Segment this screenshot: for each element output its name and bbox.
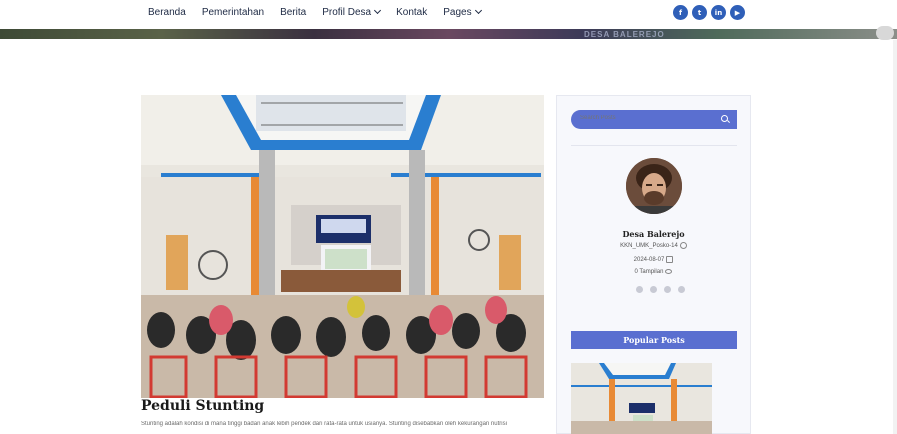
author-avatar[interactable] [626, 158, 682, 214]
author-portrait [626, 158, 682, 214]
post-views-text: 0 Tampilan [634, 269, 664, 276]
search-bar [571, 110, 737, 129]
nav-item-pages[interactable]: Pages [443, 6, 482, 18]
instagram-icon[interactable] [664, 286, 671, 293]
author-username-text: KKN_UMK_Posko-14 [620, 243, 678, 250]
user-icon [679, 242, 687, 249]
nav-item-beranda[interactable]: Beranda [148, 7, 186, 18]
nav-menu: Beranda Pemerintahan Berita Profil Desa … [148, 6, 497, 18]
top-navbar: Beranda Pemerintahan Berita Profil Desa … [0, 0, 897, 29]
post-views: 0 Tampilan [556, 269, 751, 275]
nav-item-label: Berita [280, 7, 307, 18]
banner-text: DESA BALEREJO [584, 30, 665, 39]
whatsapp-icon[interactable] [678, 286, 685, 293]
author-name[interactable]: Desa Balerejo [556, 229, 751, 239]
author-username: KKN_UMK_Posko-14 [556, 242, 751, 249]
post-excerpt: Stunting adalah kondisi di mana tinggi b… [141, 421, 507, 427]
popular-posts-header: Popular Posts [571, 331, 737, 349]
nav-item-label: Pemerintahan [201, 7, 265, 18]
facebook-icon[interactable]: f [673, 5, 688, 20]
popular-post-thumbnail[interactable] [571, 363, 712, 434]
twitter-icon[interactable] [650, 286, 657, 293]
page-scrollbar[interactable] [893, 40, 897, 434]
post-date-text: 2024-08-07 [633, 257, 665, 264]
social-links: f t in ▶ [673, 5, 745, 20]
post-featured-image[interactable] [141, 95, 544, 398]
search-icon[interactable] [721, 115, 728, 122]
search-input[interactable] [580, 115, 710, 121]
youtube-icon[interactable]: ▶ [730, 5, 745, 20]
author-share-icons [636, 286, 685, 293]
facebook-icon[interactable] [636, 286, 643, 293]
calendar-icon [666, 256, 674, 263]
post-date: 2024-08-07 [556, 256, 751, 263]
nav-item-pemerintahan[interactable]: Pemerintahan [202, 7, 264, 18]
chevron-down-icon [374, 6, 382, 15]
eye-icon [665, 269, 673, 274]
nav-item-kontak[interactable]: Kontak [396, 7, 427, 18]
scroll-to-top-handle[interactable] [876, 26, 894, 40]
nav-item-profil-desa[interactable]: Profil Desa [322, 6, 382, 18]
nav-item-label: Kontak [396, 7, 428, 18]
sidebar-divider [571, 145, 737, 146]
nav-item-label: Pages [443, 7, 472, 18]
linkedin-icon[interactable]: in [711, 5, 726, 20]
nav-item-label: Beranda [148, 7, 186, 18]
chevron-down-icon [474, 6, 482, 15]
hall-meeting-photo [141, 95, 544, 398]
popular-post-photo [571, 363, 712, 434]
twitter-icon[interactable]: t [692, 5, 707, 20]
hero-banner-strip [0, 29, 897, 39]
nav-item-berita[interactable]: Berita [280, 7, 306, 18]
nav-item-label: Profil Desa [322, 7, 372, 18]
post-title[interactable]: Peduli Stunting [141, 398, 264, 414]
